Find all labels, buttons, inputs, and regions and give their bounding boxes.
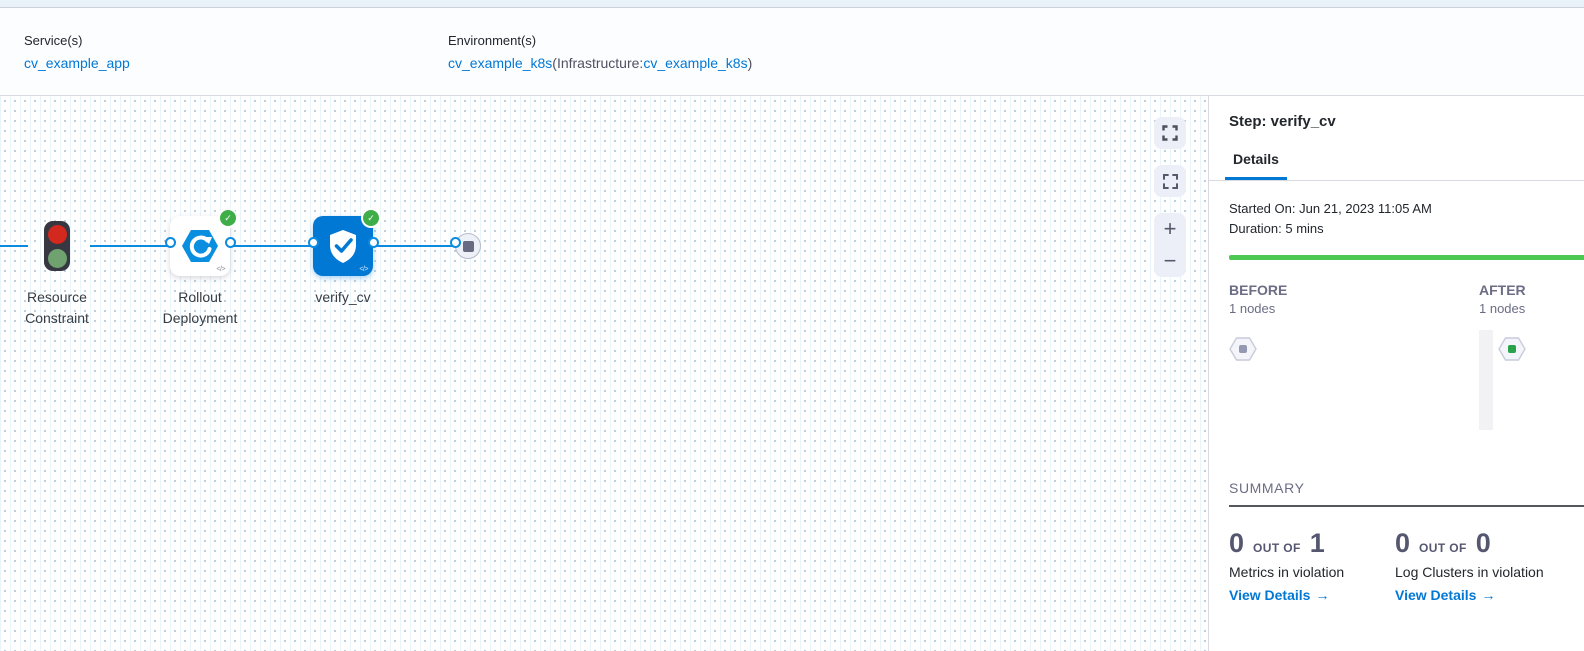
canvas-toolbar: + − xyxy=(1154,117,1186,277)
environment-link[interactable]: cv_example_k8s xyxy=(448,55,552,71)
metrics-violation-count: 0 xyxy=(1229,528,1244,559)
node-label-resource-constraint: Resource Constraint xyxy=(12,287,102,329)
environments-block: Environment(s) cv_example_k8s(Infrastruc… xyxy=(424,8,752,95)
marquee-select-button[interactable] xyxy=(1154,165,1186,197)
metrics-view-details-text: View Details xyxy=(1229,587,1310,603)
services-label: Service(s) xyxy=(24,33,424,48)
infrastructure-link[interactable]: cv_example_k8s xyxy=(643,55,747,71)
out-of-label: OUT OF xyxy=(1253,541,1301,555)
infrastructure-prefix: (Infrastructure: xyxy=(552,55,643,71)
edge-verify-to-end xyxy=(373,245,457,247)
pipeline-canvas[interactable]: Resource Constraint ✓ </> Rollout Deploy… xyxy=(0,96,1208,651)
edge-constraint-to-rollout xyxy=(90,245,170,247)
before-node-count: 1 nodes xyxy=(1229,301,1287,316)
port-rollout-out[interactable] xyxy=(225,237,236,248)
step-details-panel: Step: verify_cv Details Started On: Jun … xyxy=(1208,96,1584,651)
infrastructure-suffix: ) xyxy=(748,55,753,71)
step-progress-bar xyxy=(1229,255,1584,260)
started-on-text: Started On: Jun 21, 2023 11:05 AM xyxy=(1229,199,1564,219)
metrics-view-details-link[interactable]: View Details → xyxy=(1229,587,1395,603)
arrow-right-icon: → xyxy=(1315,587,1329,603)
summary-stats: 0 OUT OF 1 Metrics in violation View Det… xyxy=(1229,528,1584,603)
summary-label: SUMMARY xyxy=(1229,480,1584,496)
node-label-rollout-deployment: Rollout Deployment xyxy=(145,287,255,329)
log-clusters-view-details-text: View Details xyxy=(1395,587,1476,603)
after-node-count: 1 nodes xyxy=(1479,301,1526,316)
before-column: BEFORE 1 nodes xyxy=(1229,282,1287,366)
service-link[interactable]: cv_example_app xyxy=(24,55,130,71)
duration-text: Duration: 5 mins xyxy=(1229,219,1564,239)
log-clusters-view-details-link[interactable]: View Details → xyxy=(1395,587,1561,603)
metrics-caption: Metrics in violation xyxy=(1229,564,1395,580)
summary-divider xyxy=(1229,505,1584,507)
log-clusters-stat: 0 OUT OF 0 Log Clusters in violation Vie… xyxy=(1395,528,1561,603)
before-after-compare: BEFORE 1 nodes AFTER 1 nodes xyxy=(1209,282,1584,480)
port-rollout-in[interactable] xyxy=(165,237,176,248)
node-resource-constraint[interactable] xyxy=(44,221,70,271)
port-verify-out[interactable] xyxy=(368,237,379,248)
log-clusters-violation-count: 0 xyxy=(1395,528,1410,559)
metrics-stat: 0 OUT OF 1 Metrics in violation View Det… xyxy=(1229,528,1395,603)
port-verify-in[interactable] xyxy=(308,237,319,248)
after-node-square-icon xyxy=(1508,345,1516,353)
before-node-hexagon[interactable] xyxy=(1229,337,1257,361)
fullscreen-icon xyxy=(1162,125,1178,141)
fullscreen-button[interactable] xyxy=(1154,117,1186,149)
after-label: AFTER xyxy=(1479,282,1526,298)
edge-incoming xyxy=(0,245,28,247)
before-label: BEFORE xyxy=(1229,282,1287,298)
tab-details[interactable]: Details xyxy=(1225,151,1287,180)
arrow-right-icon: → xyxy=(1481,587,1495,603)
marquee-select-icon xyxy=(1163,174,1178,189)
execution-context-bar: Service(s) cv_example_app Environment(s)… xyxy=(0,8,1584,96)
node-verify-cv[interactable]: ✓ </> xyxy=(313,216,373,276)
after-node-hexagon[interactable] xyxy=(1498,337,1526,361)
out-of-label: OUT OF xyxy=(1419,541,1467,555)
zoom-in-button[interactable]: + xyxy=(1154,214,1186,244)
metrics-total-count: 1 xyxy=(1310,528,1325,559)
log-clusters-total-count: 0 xyxy=(1476,528,1491,559)
top-strip xyxy=(0,0,1584,8)
environments-label: Environment(s) xyxy=(448,33,752,48)
panel-title: Step: verify_cv xyxy=(1209,96,1584,130)
success-check-icon: ✓ xyxy=(363,210,379,226)
stop-square-icon xyxy=(463,241,474,252)
rollout-deployment-icon xyxy=(180,226,220,266)
services-block: Service(s) cv_example_app xyxy=(0,8,424,95)
code-icon: </> xyxy=(216,266,225,273)
traffic-light-green-icon xyxy=(48,249,67,268)
after-column: AFTER 1 nodes xyxy=(1479,282,1526,366)
log-clusters-caption: Log Clusters in violation xyxy=(1395,564,1561,580)
edge-rollout-to-verify xyxy=(230,245,314,247)
before-node-square-icon xyxy=(1239,345,1247,353)
node-label-verify-cv: verify_cv xyxy=(288,287,398,308)
traffic-light-red-icon xyxy=(48,225,67,244)
zoom-out-button[interactable]: − xyxy=(1154,246,1186,276)
code-icon: </> xyxy=(359,266,368,273)
node-rollout-deployment[interactable]: ✓ </> xyxy=(170,216,230,276)
verify-shield-icon xyxy=(323,226,363,266)
success-check-icon: ✓ xyxy=(220,210,236,226)
zoom-controls: + − xyxy=(1154,213,1186,277)
port-end-in[interactable] xyxy=(450,237,461,248)
panel-tabs: Details xyxy=(1209,151,1584,181)
